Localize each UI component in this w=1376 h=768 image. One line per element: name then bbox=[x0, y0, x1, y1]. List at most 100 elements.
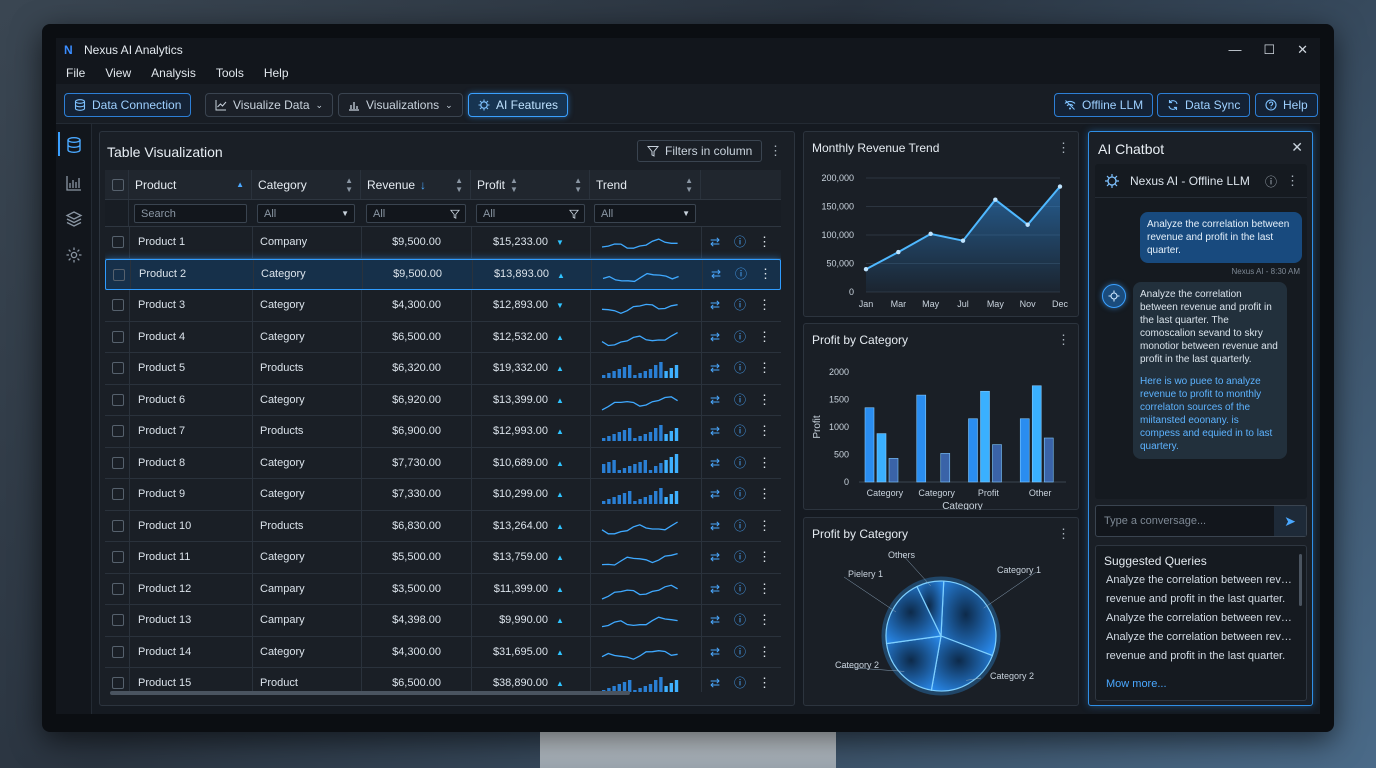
visualize-data-button[interactable]: Visualize Data ⌄ bbox=[205, 93, 334, 117]
info-icon[interactable]: ⓘ bbox=[734, 394, 746, 406]
header-trend[interactable]: Trend ▲ ▼ bbox=[590, 170, 701, 199]
ai-features-button[interactable]: AI Features bbox=[468, 93, 569, 117]
shuffle-icon[interactable]: ⇄ bbox=[710, 457, 722, 469]
filters-in-column-button[interactable]: Filters in column bbox=[637, 140, 763, 162]
table-row[interactable]: Product 7 Products $6,900.00 $12,993.00 ▲ ⇄ ⓘ ⋮ bbox=[105, 416, 781, 448]
suggested-query[interactable]: Analyze the correlation between revenue bbox=[1106, 631, 1292, 643]
suggested-scrollbar[interactable] bbox=[1299, 554, 1302, 606]
info-icon[interactable]: ⓘ bbox=[734, 457, 746, 469]
chat-input[interactable]: Type a conversage... ➤ bbox=[1095, 505, 1307, 537]
checkbox[interactable] bbox=[112, 236, 124, 248]
checkbox[interactable] bbox=[113, 268, 125, 281]
product-search-input[interactable]: Search bbox=[134, 204, 247, 223]
info-icon[interactable]: ⓘ bbox=[734, 299, 746, 311]
sort-icon[interactable]: ▲ ▼ bbox=[455, 176, 463, 194]
table-row[interactable]: Product 13 Campary $4,398.00 $9,990.00 ▲ ⇄ ⓘ ⋮ bbox=[105, 605, 781, 637]
suggested-query[interactable]: Analyze the correlation between revenue bbox=[1106, 612, 1292, 624]
info-icon[interactable]: ⓘ bbox=[734, 646, 746, 658]
checkbox[interactable] bbox=[112, 362, 124, 374]
help-button[interactable]: Help bbox=[1255, 93, 1318, 117]
suggested-query[interactable]: revenue and profit in the last quarter. bbox=[1106, 593, 1292, 605]
trend-filter-select[interactable]: All ▼ bbox=[594, 204, 696, 223]
row-more-options-icon[interactable]: ⋮ bbox=[758, 612, 771, 628]
sort-icon[interactable]: ▲ ▼ bbox=[685, 176, 693, 194]
header-product[interactable]: Product ▲ bbox=[129, 170, 252, 199]
row-more-options-icon[interactable]: ⋮ bbox=[759, 266, 772, 282]
table-row[interactable]: Product 12 Campary $3,500.00 $11,399.00 ▲ ⇄ ⓘ ⋮ bbox=[105, 573, 781, 605]
more-options-icon[interactable]: ⋮ bbox=[769, 143, 782, 159]
offline-llm-button[interactable]: Offline LLM bbox=[1054, 93, 1154, 117]
info-icon[interactable]: ⓘ bbox=[734, 362, 746, 374]
shuffle-icon[interactable]: ⇄ bbox=[710, 425, 722, 437]
more-options-icon[interactable]: ⋮ bbox=[1057, 332, 1070, 348]
category-filter-select[interactable]: All ▼ bbox=[257, 204, 355, 223]
suggested-query[interactable]: revenue and profit in the last quarter. bbox=[1106, 650, 1292, 662]
info-icon[interactable]: ⓘ bbox=[734, 520, 746, 532]
checkbox[interactable] bbox=[112, 582, 124, 595]
table-row[interactable]: Product 1 Company $9,500.00 $15,233.00 ▼ ⇄ ⓘ ⋮ bbox=[105, 227, 781, 259]
maximize-icon[interactable]: ☐ bbox=[1263, 42, 1275, 58]
row-more-options-icon[interactable]: ⋮ bbox=[758, 234, 771, 250]
info-icon[interactable]: ⓘ bbox=[734, 425, 746, 437]
shuffle-icon[interactable]: ⇄ bbox=[710, 583, 722, 595]
settings-icon[interactable] bbox=[65, 246, 83, 264]
checkbox[interactable] bbox=[112, 456, 124, 469]
menu-tools[interactable]: Tools bbox=[216, 66, 244, 80]
checkbox[interactable] bbox=[112, 677, 124, 689]
table-row[interactable]: Product 14 Category $4,300.00 $31,695.00 ▲ ⇄ ⓘ… bbox=[105, 636, 781, 668]
more-options-icon[interactable]: ⋮ bbox=[1057, 526, 1070, 542]
row-more-options-icon[interactable]: ⋮ bbox=[758, 486, 771, 502]
checkbox[interactable] bbox=[112, 614, 124, 626]
table-row[interactable]: Product 5 Products $6,320.00 $19,332.00 ▲ ⇄ ⓘ ⋮ bbox=[105, 353, 781, 385]
menu-help[interactable]: Help bbox=[264, 66, 289, 80]
info-icon[interactable]: ⓘ bbox=[734, 614, 746, 626]
row-more-options-icon[interactable]: ⋮ bbox=[758, 297, 771, 313]
row-more-options-icon[interactable]: ⋮ bbox=[758, 549, 771, 565]
header-revenue[interactable]: Revenue ↓ ▲ ▼ bbox=[361, 170, 471, 199]
send-button[interactable]: ➤ bbox=[1274, 506, 1306, 536]
checkbox[interactable] bbox=[112, 299, 124, 311]
row-more-options-icon[interactable]: ⋮ bbox=[758, 518, 771, 534]
row-more-options-icon[interactable]: ⋮ bbox=[758, 329, 771, 345]
row-more-options-icon[interactable]: ⋮ bbox=[758, 392, 771, 408]
checkbox[interactable] bbox=[112, 551, 124, 563]
visualizations-button[interactable]: Visualizations ⌄ bbox=[338, 93, 463, 117]
row-more-options-icon[interactable]: ⋮ bbox=[758, 360, 771, 376]
table-row[interactable]: Product 11 Category $5,500.00 $13,759.00 ▲ ⇄ ⓘ… bbox=[105, 542, 781, 574]
suggested-query[interactable]: Analyze the correlation between revenue bbox=[1106, 574, 1292, 586]
row-more-options-icon[interactable]: ⋮ bbox=[758, 455, 771, 471]
table-row[interactable]: Product 9 Category $7,330.00 $10,299.00 ▲ ⇄ ⓘ ⋮ bbox=[105, 479, 781, 511]
close-icon[interactable]: ✕ bbox=[1291, 139, 1303, 156]
more-options-icon[interactable]: ⋮ bbox=[1057, 140, 1070, 156]
row-more-options-icon[interactable]: ⋮ bbox=[758, 423, 771, 439]
checkbox[interactable] bbox=[112, 393, 124, 406]
info-icon[interactable]: ⓘ bbox=[734, 236, 746, 248]
row-more-options-icon[interactable]: ⋮ bbox=[758, 644, 771, 660]
table-row[interactable]: Product 3 Category $4,300.00 $12,893.00 ▼ ⇄ ⓘ ⋮ bbox=[105, 290, 781, 322]
horizontal-scrollbar[interactable] bbox=[110, 691, 630, 695]
table-row[interactable]: Product 10 Products $6,830.00 $13,264.00 ▲ ⇄ ⓘ… bbox=[105, 510, 781, 542]
layers-icon[interactable] bbox=[65, 210, 83, 228]
shuffle-icon[interactable]: ⇄ bbox=[710, 551, 722, 563]
profit-filter-input[interactable]: All bbox=[476, 204, 585, 223]
shuffle-icon[interactable]: ⇄ bbox=[710, 677, 722, 689]
shuffle-icon[interactable]: ⇄ bbox=[711, 268, 723, 280]
row-more-options-icon[interactable]: ⋮ bbox=[758, 675, 771, 691]
bar-chart-icon[interactable] bbox=[65, 174, 83, 192]
shuffle-icon[interactable]: ⇄ bbox=[710, 488, 722, 500]
info-icon[interactable]: ⓘ bbox=[735, 268, 747, 280]
table-row[interactable]: Product 4 Category $6,500.00 $12,532.00 ▲ ⇄ ⓘ ⋮ bbox=[105, 321, 781, 353]
row-more-options-icon[interactable]: ⋮ bbox=[758, 581, 771, 597]
shuffle-icon[interactable]: ⇄ bbox=[710, 362, 722, 374]
table-row[interactable]: Product 6 Category $6,920.00 $13,399.00 ▲ ⇄ ⓘ ⋮ bbox=[105, 384, 781, 416]
shuffle-icon[interactable]: ⇄ bbox=[710, 646, 722, 658]
header-profit[interactable]: Profit ▲ ▼ ▲ ▼ bbox=[471, 170, 590, 199]
info-icon[interactable]: ⓘ bbox=[734, 331, 746, 343]
header-select-all[interactable] bbox=[105, 170, 129, 199]
menu-file[interactable]: File bbox=[66, 66, 85, 80]
shuffle-icon[interactable]: ⇄ bbox=[710, 614, 722, 626]
info-icon[interactable]: ⓘ bbox=[734, 551, 746, 563]
minimize-icon[interactable]: — bbox=[1228, 42, 1241, 58]
revenue-filter-input[interactable]: All bbox=[366, 204, 466, 223]
checkbox[interactable] bbox=[112, 179, 124, 191]
